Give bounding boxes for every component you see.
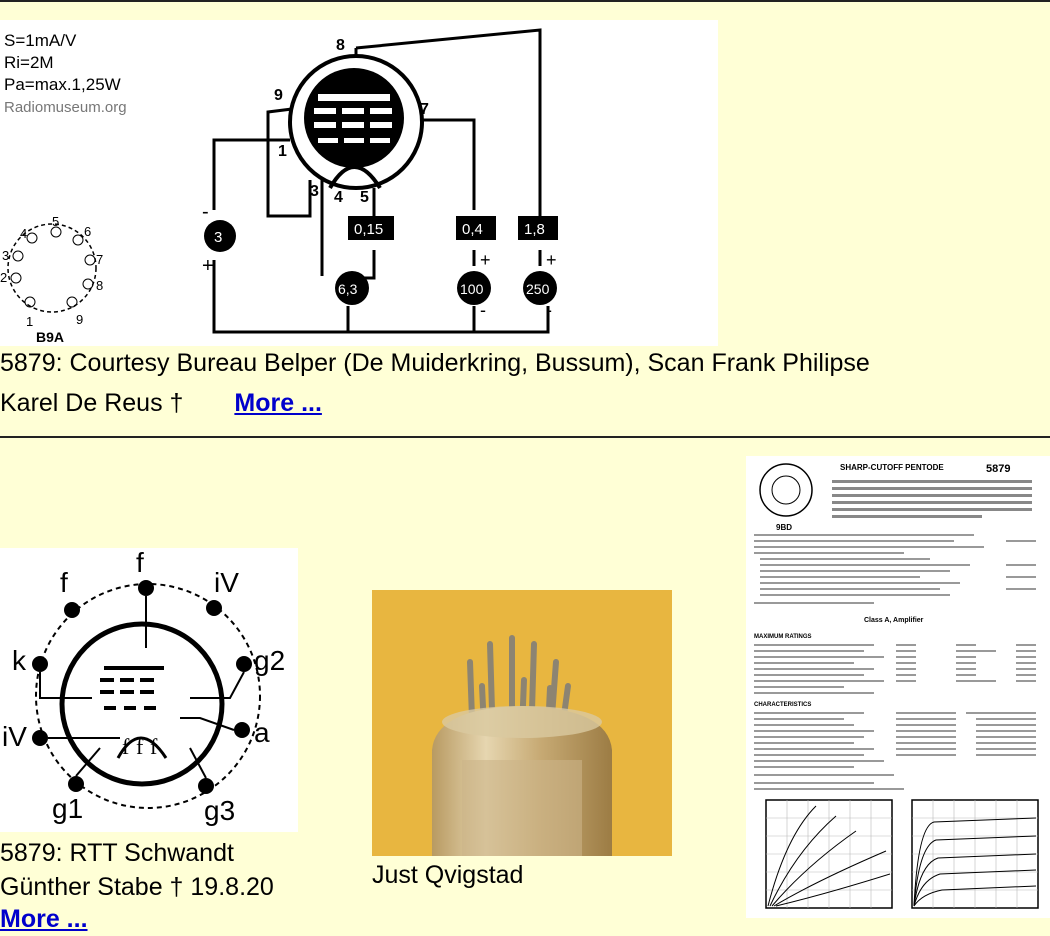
svg-text:4: 4 [334, 189, 343, 206]
svg-text:6: 6 [84, 224, 91, 239]
svg-text:iV: iV [2, 721, 27, 752]
svg-text:6,3: 6,3 [338, 281, 358, 297]
svg-text:2: 2 [0, 270, 7, 285]
svg-text:-: - [480, 300, 486, 320]
datasheet-socket-symbol: 9BD [759, 463, 813, 532]
entry1-author: Karel De Reus † [0, 389, 184, 417]
svg-text:5: 5 [52, 214, 59, 229]
svg-text:+: + [202, 255, 214, 277]
entry1-more-link[interactable]: More ... [234, 389, 322, 417]
datasheet-curves-right [911, 799, 1039, 909]
socket-diagram: 1 2 3 4 5 6 7 8 9 B9A [0, 214, 103, 345]
svg-text:9BD: 9BD [776, 523, 792, 532]
datasheet-characteristics-heading: CHARACTERISTICS [754, 702, 811, 708]
svg-text:5: 5 [360, 189, 369, 206]
socket-type-label: B9A [36, 329, 64, 345]
svg-text:f: f [136, 548, 144, 578]
datasheet-section-label: Class A, Amplifier [864, 617, 924, 624]
svg-text:-: - [546, 300, 552, 320]
datasheet-ratings-heading: MAXIMUM RATINGS [754, 634, 812, 640]
svg-text:9: 9 [274, 87, 283, 104]
tube-photo [372, 590, 672, 856]
svg-text:1: 1 [26, 314, 33, 329]
svg-text:9: 9 [76, 312, 83, 327]
entry2-caption-line1: 5879: RTT Schwandt [0, 839, 234, 867]
meter-plate-current: 1,8 [518, 216, 558, 240]
base-pinout-diagram: f f f f f iV k g2 iV a g1 g3 [0, 548, 298, 832]
svg-text:1: 1 [278, 143, 287, 160]
svg-text:f: f [122, 734, 130, 759]
svg-text:f: f [150, 734, 158, 759]
svg-text:a: a [254, 717, 270, 748]
svg-text:f: f [136, 734, 144, 759]
datasheet-curves-left [765, 799, 893, 909]
entry1-caption-line1: 5879: Courtesy Bureau Belper (De Muiderk… [0, 349, 870, 377]
svg-text:0,4: 0,4 [462, 221, 483, 238]
supply-grid-bias: 3 [204, 220, 236, 252]
svg-text:k: k [12, 645, 27, 676]
watermark-text: Radiomuseum.org [4, 99, 127, 116]
entry2-more-link[interactable]: More ... [0, 902, 88, 936]
svg-text:4: 4 [20, 226, 27, 241]
svg-text:3: 3 [2, 248, 9, 263]
entry2-caption-line2: Günther Stabe † 19.8.20 [0, 873, 274, 901]
meter-heater-current: 0,15 [348, 216, 394, 240]
svg-text:7: 7 [96, 252, 103, 267]
svg-text:8: 8 [336, 37, 345, 54]
tube-schematic-image: S=1mA/V Ri=2M Pa=max.1,25W Radiomuseum.o… [0, 20, 718, 346]
datasheet-title: SHARP-CUTOFF PENTODE [840, 463, 944, 472]
entry1-caption-line2: Karel De Reus † More ... [0, 386, 322, 420]
svg-text:g3: g3 [204, 795, 235, 826]
svg-text:0,15: 0,15 [354, 221, 383, 238]
svg-text:1,8: 1,8 [524, 221, 545, 238]
entry3-caption: Just Qvigstad [372, 861, 524, 889]
datasheet-image: 9BD SHARP-CUTOFF PENTODE 5879 Class A, A… [746, 456, 1050, 918]
svg-text:3: 3 [214, 229, 222, 246]
svg-text:g2: g2 [254, 645, 285, 676]
svg-text:-: - [202, 201, 209, 223]
svg-text:g1: g1 [52, 793, 83, 824]
svg-text:f: f [60, 567, 68, 598]
svg-text:8: 8 [96, 278, 103, 293]
svg-text:3: 3 [310, 183, 319, 200]
tube-envelope-symbol [288, 54, 424, 190]
supply-heater: 6,3 [335, 271, 369, 305]
spec-transconductance: S=1mA/V [4, 31, 77, 50]
svg-text:250: 250 [526, 281, 550, 297]
svg-text:+: + [480, 250, 491, 270]
svg-text:7: 7 [420, 101, 429, 118]
meter-screen-current: 0,4 [456, 216, 496, 240]
spec-internal-resistance: Ri=2M [4, 53, 54, 72]
svg-text:+: + [546, 250, 557, 270]
section-divider [0, 436, 1050, 438]
spec-plate-dissipation: Pa=max.1,25W [4, 75, 121, 94]
datasheet-type-number: 5879 [986, 463, 1010, 475]
top-divider [0, 0, 1050, 2]
svg-text:100: 100 [460, 281, 484, 297]
svg-text:iV: iV [214, 567, 239, 598]
